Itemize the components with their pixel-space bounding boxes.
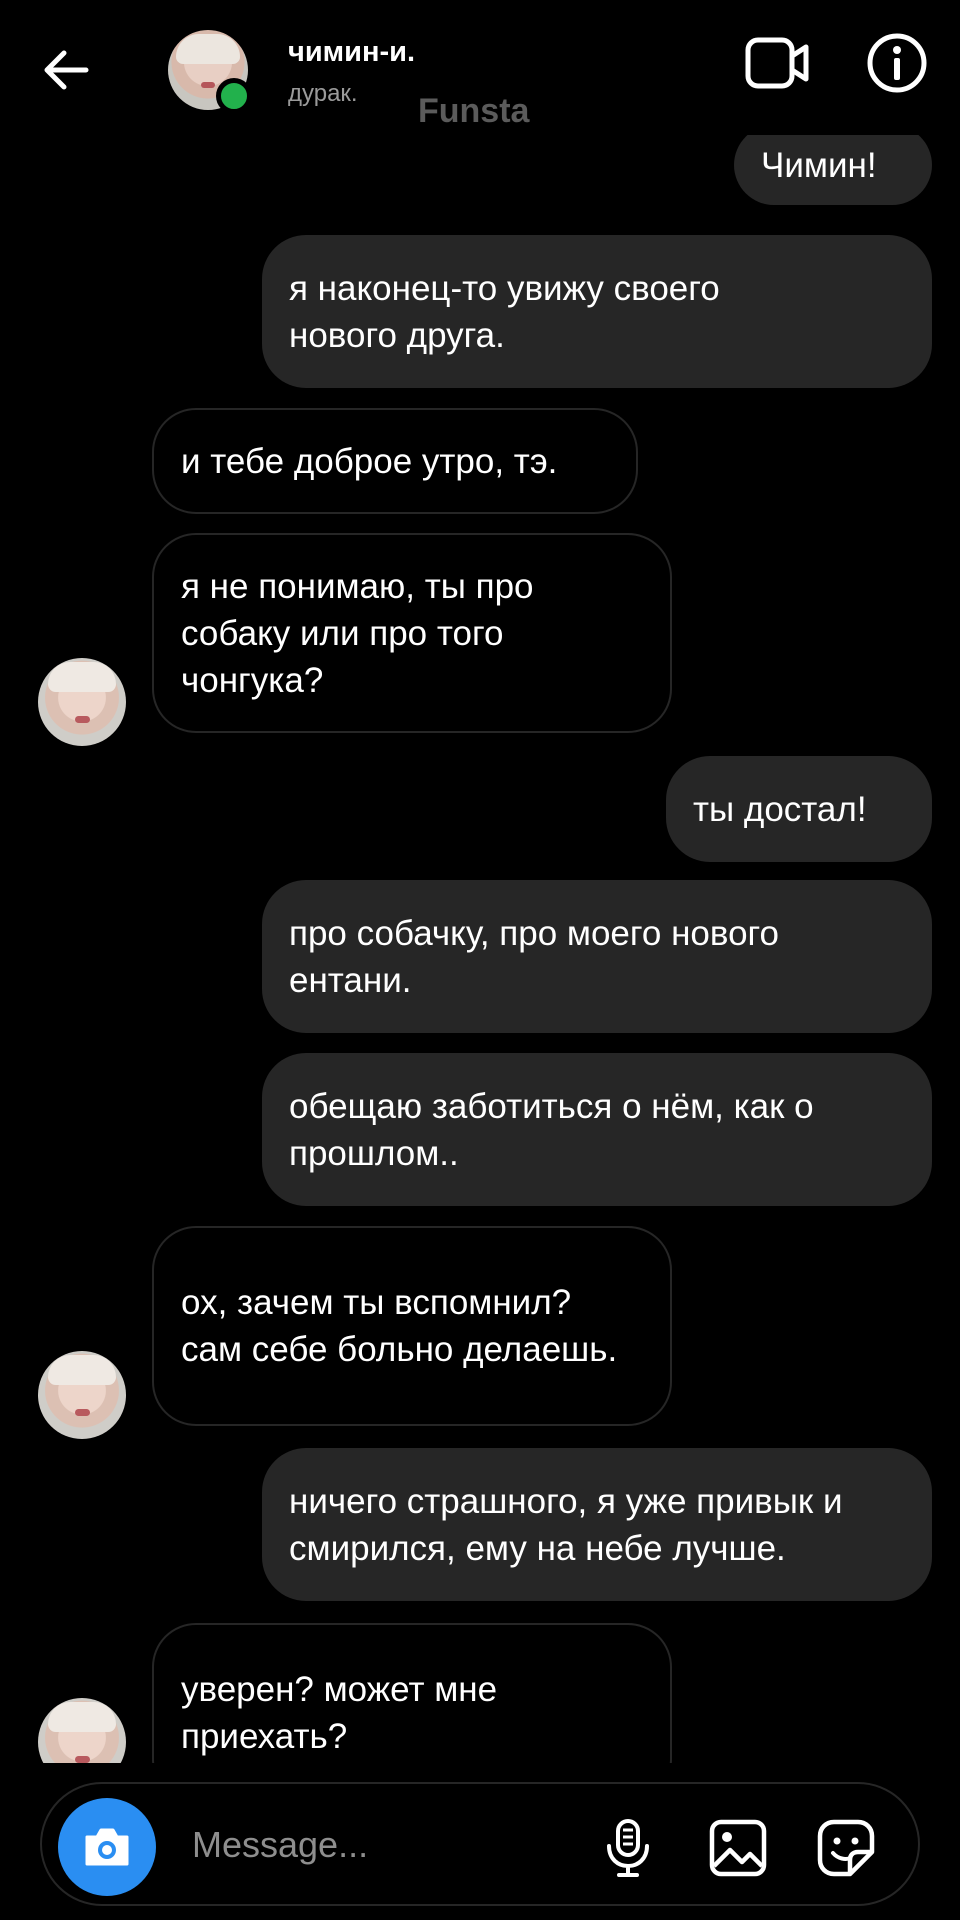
- contact-avatar[interactable]: [38, 1698, 126, 1763]
- message-text: ничего страшного, я уже привык и смирилс…: [289, 1481, 843, 1568]
- message-text: ты достал!: [693, 789, 867, 829]
- video-camera-icon[interactable]: [744, 34, 810, 94]
- message-text: и тебе доброе утро, тэ.: [181, 441, 558, 481]
- message-text: про собачку, про моего нового ентани.: [289, 913, 779, 1000]
- contact-avatar[interactable]: [38, 658, 126, 746]
- message-text: уверен? может мне приехать?: [181, 1670, 498, 1756]
- message-incoming[interactable]: ох, зачем ты вспомнил? сам себе больно д…: [152, 1226, 672, 1426]
- contact-status: дурак.: [288, 80, 358, 107]
- message-outgoing[interactable]: обещаю заботиться о нём, как о прошлом..: [262, 1053, 932, 1206]
- gallery-icon[interactable]: [708, 1818, 768, 1878]
- chat-header: чимин-и. дурак. Funsta: [0, 0, 960, 135]
- message-list[interactable]: Чимин! я наконец-то увижу своего нового …: [0, 135, 960, 1763]
- message-text: Чимин!: [761, 145, 877, 185]
- message-outgoing[interactable]: Чимин!: [734, 135, 932, 205]
- contact-avatar[interactable]: [38, 1351, 126, 1439]
- arrow-left-icon[interactable]: [40, 44, 92, 96]
- message-input[interactable]: [190, 1814, 614, 1876]
- message-composer: [40, 1782, 920, 1906]
- watermark: Funsta: [418, 92, 530, 130]
- message-text: ох, зачем ты вспомнил? сам себе больно д…: [181, 1283, 618, 1369]
- message-incoming[interactable]: я не понимаю, ты про собаку или про того…: [152, 533, 672, 733]
- message-text: я не понимаю, ты про собаку или про того…: [181, 566, 534, 700]
- camera-icon: [85, 1828, 129, 1866]
- message-text: я наконец-то увижу своего нового друга.: [289, 268, 720, 355]
- contact-name[interactable]: чимин-и.: [288, 36, 415, 69]
- info-icon[interactable]: [866, 32, 928, 94]
- sticker-icon[interactable]: [816, 1818, 876, 1878]
- message-outgoing[interactable]: ты достал!: [666, 756, 932, 862]
- camera-button[interactable]: [58, 1798, 156, 1896]
- online-status-dot: [216, 78, 252, 114]
- microphone-icon[interactable]: [602, 1818, 654, 1878]
- message-outgoing[interactable]: я наконец-то увижу своего нового друга.: [262, 235, 932, 388]
- message-outgoing[interactable]: ничего страшного, я уже привык и смирилс…: [262, 1448, 932, 1601]
- message-incoming[interactable]: и тебе доброе утро, тэ.: [152, 408, 638, 514]
- message-outgoing[interactable]: про собачку, про моего нового ентани.: [262, 880, 932, 1033]
- message-incoming[interactable]: уверен? может мне приехать?: [152, 1623, 672, 1763]
- message-text: обещаю заботиться о нём, как о прошлом..: [289, 1086, 814, 1173]
